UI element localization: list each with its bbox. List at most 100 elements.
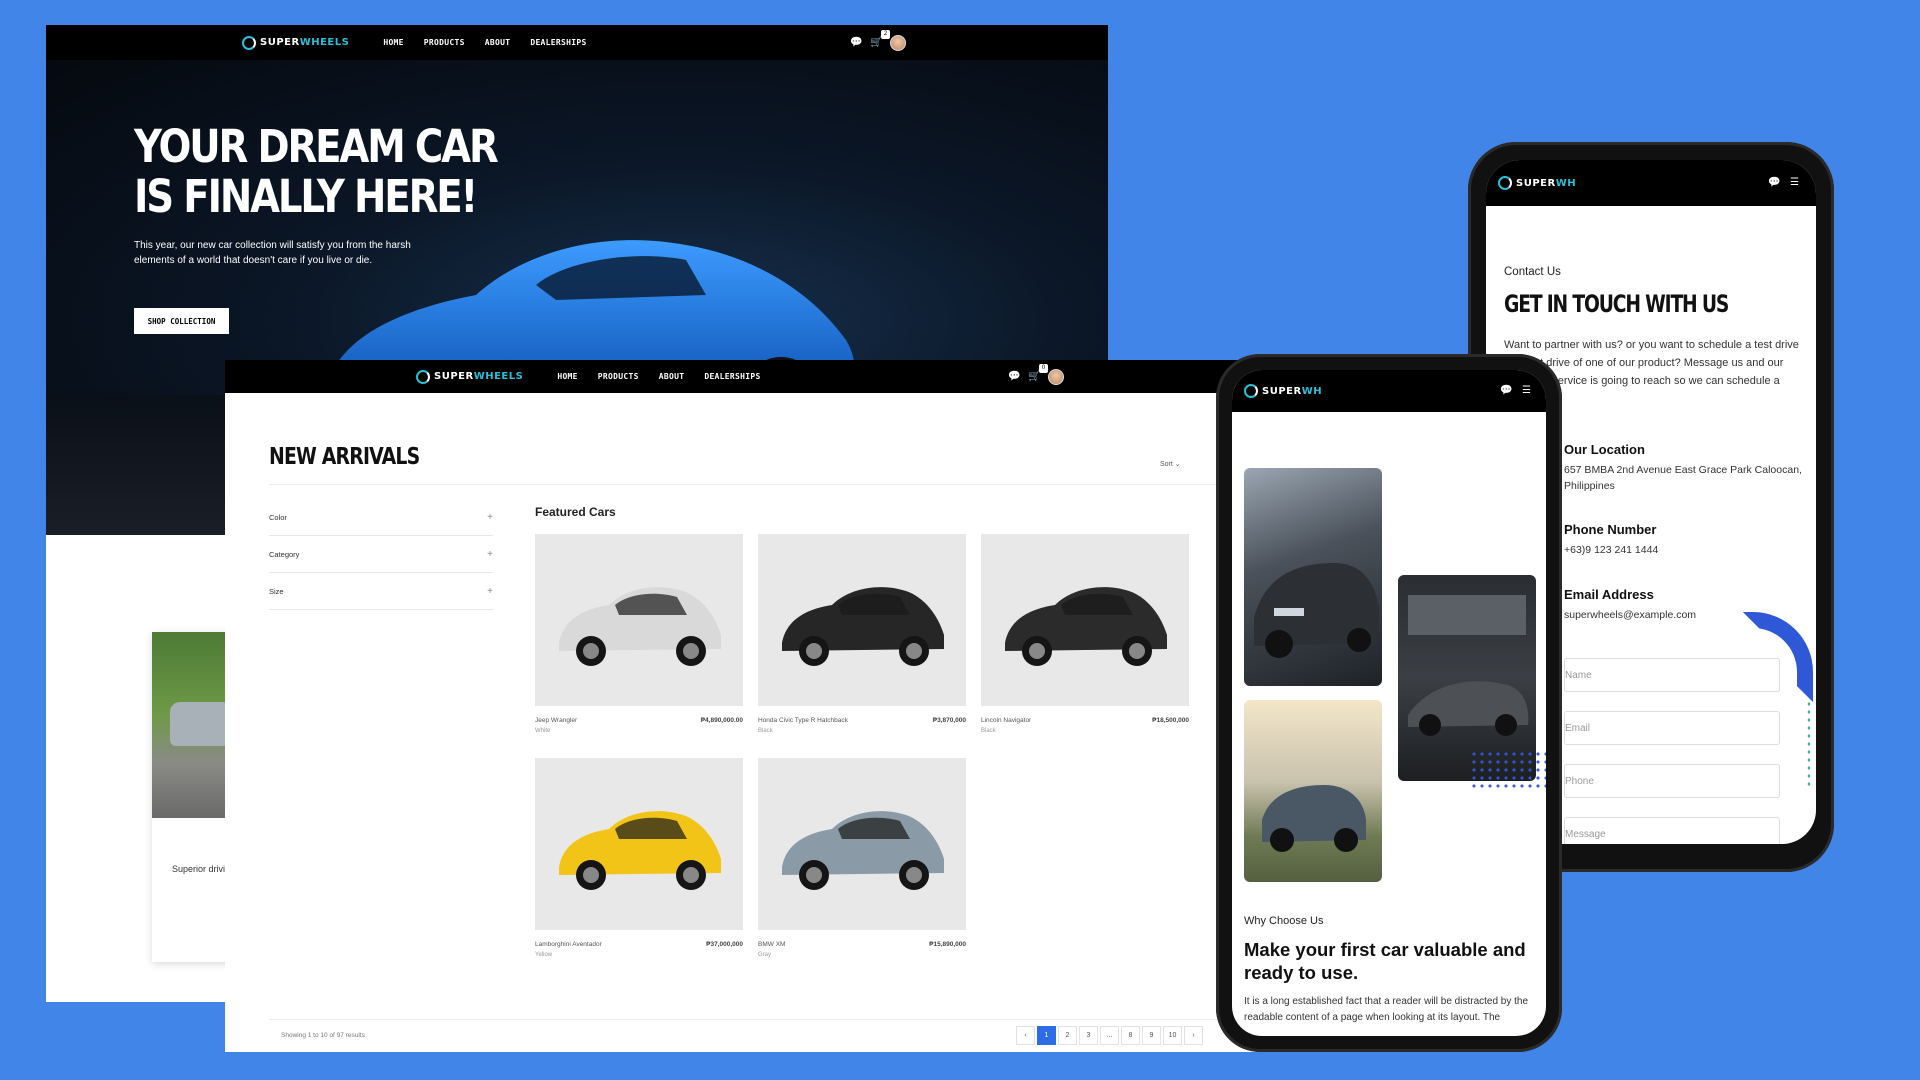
divider [269, 1019, 1259, 1020]
name-field[interactable]: Name [1564, 658, 1780, 692]
product-price: ₱37,000,000 [706, 941, 743, 948]
product-name: Jeep Wrangler [535, 717, 578, 724]
hamburger-menu-icon[interactable]: ☰ [1790, 178, 1802, 188]
gallery-image-bmw [1244, 468, 1382, 686]
product-price: ₱15,890,000 [929, 941, 966, 948]
nav-home[interactable]: HOME [383, 38, 403, 47]
product-card[interactable]: Lincoln Navigator ₱18,500,000 Black [981, 534, 1189, 734]
shop-collection-button[interactable]: SHOP COLLECTION [134, 308, 229, 334]
phone-label: Phone Number [1564, 522, 1657, 537]
why-description: It is a long established fact that a rea… [1244, 996, 1529, 1023]
logo-word-1: SUPER [434, 371, 474, 382]
filter-label: Category [269, 549, 300, 559]
plus-icon: + [487, 548, 493, 560]
page-button[interactable]: 3 [1079, 1026, 1098, 1045]
hero-title-line-2: IS FINALLY HERE! [134, 170, 478, 223]
product-image [758, 534, 966, 706]
page-button[interactable]: 2 [1058, 1026, 1077, 1045]
results-count: Showing 1 to 10 of 97 results [281, 1032, 365, 1039]
product-price: ₱18,500,000 [1152, 717, 1189, 724]
pagination: ‹ 1 2 3... 8 9 10 › [1016, 1026, 1203, 1045]
page-title: NEW ARRIVALS [269, 444, 420, 470]
product-color: Gray [758, 952, 772, 958]
plus-icon: + [487, 511, 493, 523]
sort-dropdown[interactable]: Sort ⌄ [1160, 460, 1181, 468]
filter-color[interactable]: Color + [269, 499, 493, 536]
email-field[interactable]: Email [1564, 711, 1780, 745]
why-subtitle: Why Choose Us [1244, 915, 1324, 927]
avatar[interactable] [1048, 369, 1064, 385]
hero-title-line-1: YOUR DREAM CAR [134, 120, 499, 173]
nav-about[interactable]: ABOUT [659, 372, 685, 381]
product-card[interactable]: BMW XM ₱15,890,000 Gray [758, 758, 966, 958]
mobile-navbar: SUPERWH 💬 ☰ [1232, 370, 1546, 412]
nav-about[interactable]: ABOUT [485, 38, 511, 47]
page-button[interactable]: 8 [1121, 1026, 1140, 1045]
location-label: Our Location [1564, 442, 1645, 457]
nav-home[interactable]: HOME [557, 372, 577, 381]
phone-home-screen: SUPERWH 💬 ☰ Why Choose Us Make your firs… [1232, 370, 1546, 1036]
product-image [535, 534, 743, 706]
nav-dealerships[interactable]: DEALERSHIPS [530, 38, 586, 47]
product-color: Black [758, 728, 773, 734]
logo-word-1: SUPER [1262, 385, 1302, 397]
prev-page-button[interactable]: ‹ [1016, 1026, 1035, 1045]
products-navbar: SUPERWHEELS HOME PRODUCTS ABOUT DEALERSH… [225, 360, 1270, 393]
phone-home: SUPERWH 💬 ☰ Why Choose Us Make your firs… [1216, 354, 1562, 1052]
brand-logo[interactable]: SUPERWH [1498, 176, 1576, 190]
chat-icon[interactable]: 💬 [1008, 372, 1020, 382]
next-page-button[interactable]: › [1184, 1026, 1203, 1045]
logo-word-2: WHEELS [299, 37, 350, 48]
logo-wheel-icon [1498, 176, 1512, 190]
product-image [535, 758, 743, 930]
contact-subtitle: Contact Us [1504, 266, 1561, 278]
filter-size[interactable]: Size + [269, 573, 493, 610]
product-color: Yellow [535, 952, 553, 958]
brand-logo[interactable]: SUPERWHEELS [242, 35, 350, 50]
product-card[interactable]: Lamborghini Aventador ₱37,000,000 Yellow [535, 758, 743, 958]
message-placeholder: Message [1565, 828, 1606, 840]
filter-category[interactable]: Category + [269, 536, 493, 573]
cart-icon[interactable]: 🛒 2 [870, 30, 890, 48]
page-button[interactable]: 10 [1163, 1026, 1182, 1045]
page-button[interactable]: 9 [1142, 1026, 1161, 1045]
product-name: Lincoln Navigator [981, 717, 1032, 724]
phone-value: +63)9 123 241 1444 [1564, 544, 1659, 556]
decorative-dots [1806, 700, 1812, 790]
page-button[interactable]: ... [1100, 1026, 1119, 1045]
avatar[interactable] [890, 35, 906, 51]
logo-wheel-icon [1244, 384, 1258, 398]
logo-word-1: SUPER [260, 37, 300, 48]
filter-label: Color [269, 512, 287, 522]
sort-label: Sort [1160, 461, 1173, 468]
product-card[interactable]: Honda Civic Type R Hatchback ₱3,870,000 Bl… [758, 534, 966, 734]
message-field[interactable]: Message [1564, 817, 1780, 844]
phone-field[interactable]: Phone [1564, 764, 1780, 798]
brand-logo[interactable]: SUPERWH [1244, 384, 1322, 398]
why-title: Make your first car valuable and ready t… [1244, 939, 1526, 983]
nav-products[interactable]: PRODUCTS [424, 38, 465, 47]
hamburger-menu-icon[interactable]: ☰ [1522, 386, 1534, 396]
chat-icon[interactable]: 💬 [1768, 178, 1780, 188]
name-placeholder: Name [1565, 669, 1592, 681]
brand-logo[interactable]: SUPERWHEELS [416, 369, 524, 384]
chevron-down-icon: ⌄ [1174, 461, 1181, 468]
logo-word-2: WHEELS [473, 371, 524, 382]
nav-dealerships[interactable]: DEALERSHIPS [704, 372, 760, 381]
contact-title: GET IN TOUCH WITH US [1504, 290, 1729, 318]
phone-placeholder: Phone [1565, 775, 1594, 787]
product-card[interactable]: Jeep Wrangler ₱4,890,000.00 White [535, 534, 743, 734]
chat-icon[interactable]: 💬 [850, 38, 862, 48]
products-window: SUPERWHEELS HOME PRODUCTS ABOUT DEALERSH… [225, 360, 1270, 1052]
page-button[interactable]: 1 [1037, 1026, 1056, 1045]
email-label: Email Address [1564, 587, 1654, 602]
top-navbar: SUPERWHEELS HOME PRODUCTS ABOUT DEALERSH… [46, 25, 1108, 60]
cart-count-badge: 0 [1039, 364, 1048, 373]
chat-icon[interactable]: 💬 [1500, 386, 1512, 396]
divider [269, 484, 1259, 485]
cart-icon[interactable]: 🛒 0 [1028, 364, 1048, 382]
email-placeholder: Email [1565, 722, 1591, 734]
product-name: BMW XM [758, 941, 786, 948]
featured-heading: Featured Cars [535, 505, 616, 519]
nav-products[interactable]: PRODUCTS [598, 372, 639, 381]
